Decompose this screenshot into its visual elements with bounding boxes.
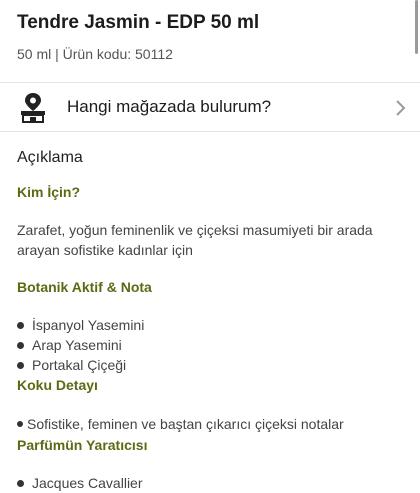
scrollbar[interactable] (415, 0, 418, 54)
heading-koku-detayi: Koku Detayı (17, 377, 98, 393)
product-subtitle: 50 ml | Ürün kodu: 50112 (17, 46, 173, 62)
store-finder-row[interactable]: Hangi mağazada bulurum? (0, 82, 420, 132)
bullet-icon (17, 479, 24, 487)
bullet-icon (17, 341, 24, 349)
bullet-icon (17, 321, 24, 329)
product-title: Tendre Jasmin - EDP 50 ml (17, 12, 260, 33)
bullet-icon (17, 361, 24, 369)
botanik-list: İspanyol Yasemini Arap Yasemini Portakal… (17, 315, 144, 375)
bullet-icon (17, 421, 23, 428)
store-location-icon (21, 93, 45, 123)
list-item: Jacques Cavallier (17, 473, 143, 493)
heading-parfum-yaratici: Parfümün Yaratıcısı (17, 437, 148, 453)
koku-detayi-text: Sofistike, feminen ve baştan çıkarıcı çi… (17, 414, 397, 434)
list-item: Portakal Çiçeği (17, 355, 144, 375)
heading-botanik-aktif: Botanik Aktif & Nota (17, 279, 152, 295)
chevron-right-icon (396, 100, 406, 116)
description-title: Açıklama (17, 149, 83, 166)
list-item: Arap Yasemini (17, 335, 144, 355)
heading-kim-icin: Kim İçin? (17, 184, 81, 200)
kim-icin-text: Zarafet, yoğun feminenlik ve çiçeksi mas… (17, 222, 373, 258)
list-item: İspanyol Yasemini (17, 315, 144, 335)
store-finder-label: Hangi mağazada bulurum? (67, 97, 272, 116)
creator-list: Jacques Cavallier (17, 473, 143, 493)
